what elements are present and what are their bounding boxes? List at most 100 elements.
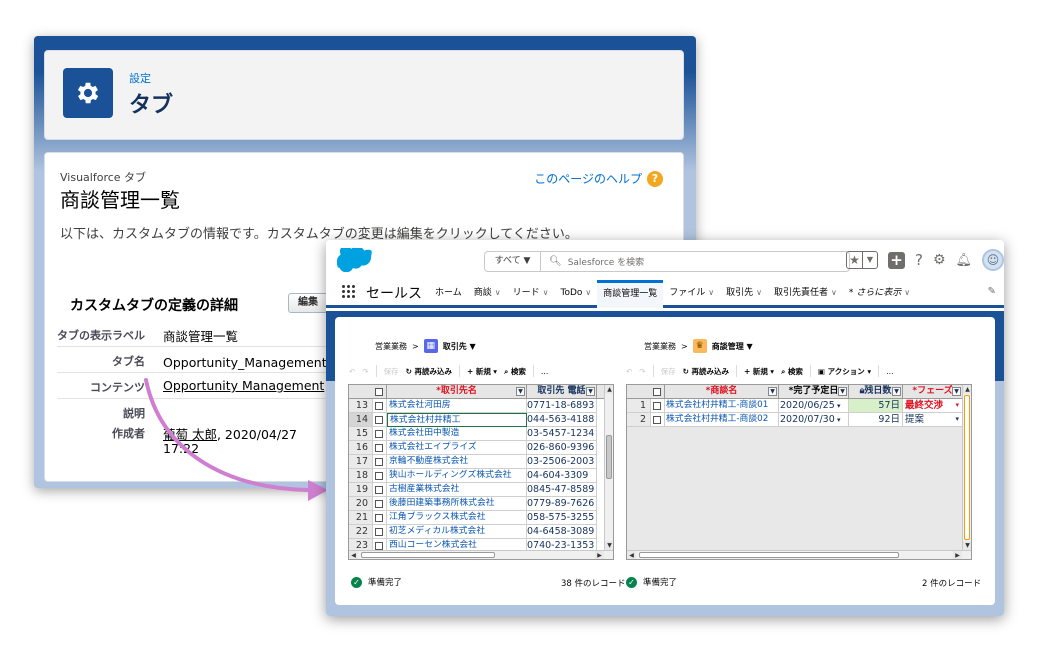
account-name-link[interactable]: 株式会社河田房	[387, 399, 527, 413]
account-phone[interactable]: 058-575-3255	[527, 511, 597, 525]
save-button[interactable]: 保存	[661, 366, 676, 377]
account-name-link[interactable]: 初芝メディカル株式会社	[387, 525, 527, 539]
setup-breadcrumb[interactable]: 設定	[129, 70, 151, 86]
horizontal-scrollbar[interactable]: ◀ ▶	[349, 550, 613, 559]
chevron-down-icon[interactable]: ▾	[955, 399, 959, 412]
col-header-phase[interactable]: *フェーズ ▼	[903, 385, 963, 399]
avatar[interactable]: ☺	[982, 249, 1004, 271]
nav-item[interactable]: 取引先 ∨	[720, 280, 768, 308]
global-actions-icon[interactable]: +	[888, 251, 905, 269]
pencil-icon[interactable]: ✎	[988, 286, 996, 297]
star-icon[interactable]: ★	[847, 252, 862, 268]
breadcrumb-object[interactable]: 取引先 ▼	[443, 341, 476, 352]
nav-item[interactable]: リード ∨	[507, 280, 555, 308]
salesforce-logo-icon[interactable]	[336, 248, 372, 272]
chevron-down-icon[interactable]: ▾	[955, 413, 959, 426]
new-button[interactable]: + 新規 ▾	[467, 366, 497, 377]
chevron-down-icon[interactable]: ∨	[708, 288, 714, 297]
reload-button[interactable]: ↻ 再読み込み	[406, 366, 452, 377]
account-phone[interactable]: 044-563-4188	[527, 413, 597, 427]
reload-button[interactable]: ↻ 再読み込み	[683, 366, 729, 377]
chevron-down-icon[interactable]: ∨	[495, 288, 501, 297]
breadcrumb-app[interactable]: 営業業務	[375, 341, 407, 352]
more-button[interactable]: …	[886, 367, 894, 376]
nav-item[interactable]: ファイル ∨	[663, 280, 720, 308]
chevron-down-icon[interactable]: ▾	[835, 416, 841, 424]
row-checkbox[interactable]	[373, 399, 387, 413]
account-name-link[interactable]: 株式会社田中製造	[387, 427, 527, 441]
col-header-days-left[interactable]: 🔒︎残日数 ▼	[849, 385, 903, 399]
opportunity-name-link[interactable]: 株式会社村井精工-商談02	[665, 413, 779, 427]
nav-item[interactable]: 商談管理一覧	[597, 280, 664, 308]
global-search[interactable]: すべて ▼ 🔍︎ Salesforce を検索	[484, 251, 850, 272]
account-phone[interactable]: 026-860-9396	[527, 441, 597, 455]
help-link[interactable]: このページのヘルプ ?	[534, 170, 663, 187]
help-link-label[interactable]: このページのヘルプ	[534, 170, 642, 187]
col-header-phone[interactable]: 取引先 電話 ▼	[527, 385, 597, 399]
redo-icon[interactable]: ↷	[362, 367, 368, 376]
search-button[interactable]: ⌕ 検索	[781, 366, 803, 377]
chevron-down-icon[interactable]: ∨	[904, 288, 910, 297]
account-name-link[interactable]: 古樹産業株式会社	[387, 483, 527, 497]
gear-icon[interactable]: ⚙	[933, 252, 946, 268]
bell-icon[interactable]: 🔔︎	[956, 253, 973, 268]
chevron-down-icon[interactable]: ∨	[543, 288, 549, 297]
favorites-button[interactable]: ★ ▼	[846, 251, 878, 269]
search-scope-select[interactable]: すべて ▼	[485, 252, 541, 271]
col-header-opp-name[interactable]: *商談名 ▼	[665, 385, 779, 399]
account-phone[interactable]: 0779-89-7626	[527, 497, 597, 511]
vertical-scrollbar[interactable]: ▲ ▼	[962, 385, 971, 550]
account-phone[interactable]: 04-6458-3089	[527, 525, 597, 539]
phase-select[interactable]: 提案 ▾	[903, 413, 963, 427]
account-name-link[interactable]: 株式会社村井精工	[387, 413, 527, 427]
account-phone[interactable]: 0771-18-6893	[527, 399, 597, 413]
row-checkbox[interactable]	[373, 413, 387, 427]
save-button[interactable]: 保存	[384, 366, 399, 377]
account-phone[interactable]: 03-2506-2003	[527, 455, 597, 469]
app-launcher-icon[interactable]	[342, 285, 356, 299]
breadcrumb-app[interactable]: 営業業務	[644, 341, 676, 352]
chevron-down-icon[interactable]: ∨	[585, 288, 591, 297]
chevron-down-icon[interactable]: ∨	[831, 288, 837, 297]
phase-select[interactable]: 最終交渉 ▾	[903, 399, 963, 413]
vertical-scrollbar[interactable]: ▲ ▼	[604, 385, 613, 550]
nav-item[interactable]: * さらに表示 ∨	[843, 280, 916, 308]
close-date[interactable]: 2020/06/25 ▾	[779, 399, 849, 413]
row-checkbox[interactable]	[373, 427, 387, 441]
account-name-link[interactable]: 後藤田建築事務所株式会社	[387, 497, 527, 511]
row-checkbox[interactable]	[373, 483, 387, 497]
nav-item[interactable]: ホーム	[429, 280, 468, 308]
account-phone[interactable]: 03-5457-1234	[527, 427, 597, 441]
horizontal-scrollbar[interactable]: ◀ ▶	[627, 550, 971, 559]
new-button[interactable]: + 新規 ▾	[744, 366, 774, 377]
close-date[interactable]: 2020/07/30 ▾	[779, 413, 849, 427]
row-checkbox[interactable]	[651, 413, 665, 427]
account-name-link[interactable]: 京輪不動産株式会社	[387, 455, 527, 469]
account-name-link[interactable]: 狭山ホールディングズ株式会社	[387, 469, 527, 483]
account-name-link[interactable]: 株式会社エイプライズ	[387, 441, 527, 455]
account-phone[interactable]: 04-604-3309	[527, 469, 597, 483]
col-header-name[interactable]: *取引先名 ▼	[387, 385, 527, 399]
search-button[interactable]: ⌕ 検索	[504, 366, 526, 377]
chevron-down-icon[interactable]: ▼	[862, 252, 877, 268]
nav-item[interactable]: 取引先責任者 ∨	[768, 280, 843, 308]
action-button[interactable]: ▣ アクション ▾	[818, 366, 871, 377]
search-input[interactable]: Salesforce を検索	[568, 255, 644, 268]
undo-icon[interactable]: ↶	[626, 367, 632, 376]
nav-item[interactable]: 商談 ∨	[468, 280, 507, 308]
undo-icon[interactable]: ↶	[349, 367, 355, 376]
row-checkbox[interactable]	[373, 525, 387, 539]
col-header-close-date[interactable]: *完了予定日 ▼	[779, 385, 849, 399]
edit-button[interactable]: 編集	[288, 293, 328, 313]
more-button[interactable]: …	[541, 367, 549, 376]
row-checkbox[interactable]	[373, 441, 387, 455]
chevron-down-icon[interactable]: ▾	[835, 402, 841, 410]
help-icon[interactable]: ?	[647, 170, 663, 187]
account-name-link[interactable]: 江角ブラックス株式会社	[387, 511, 527, 525]
account-phone[interactable]: 0845-47-8589	[527, 483, 597, 497]
help-icon[interactable]: ?	[915, 251, 923, 269]
opportunity-name-link[interactable]: 株式会社村井精工-商談01	[665, 399, 779, 413]
row-checkbox[interactable]	[373, 455, 387, 469]
row-checkbox[interactable]	[373, 497, 387, 511]
row-checkbox[interactable]	[651, 399, 665, 413]
